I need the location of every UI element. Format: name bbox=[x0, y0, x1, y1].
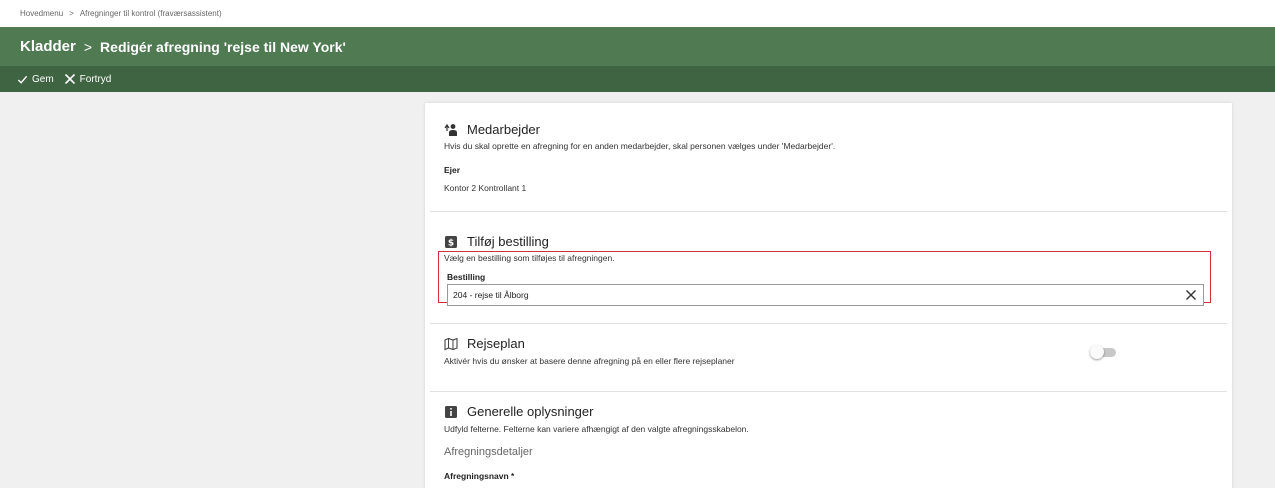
page-titlebar: Kladder > Redigér afregning 'rejse til N… bbox=[0, 27, 1275, 66]
employee-section-header: Medarbejder bbox=[444, 122, 540, 137]
employee-section-title: Medarbejder bbox=[467, 122, 540, 137]
cancel-button-label: Fortryd bbox=[79, 73, 112, 85]
travelplan-section-header: Rejseplan bbox=[444, 336, 525, 351]
breadcrumb-home-link[interactable]: Hovedmenu bbox=[20, 9, 63, 18]
map-icon bbox=[444, 337, 458, 351]
section-divider bbox=[430, 323, 1227, 324]
breadcrumb-separator: > bbox=[69, 9, 74, 18]
order-section-header: $ Tilføj bestilling bbox=[444, 234, 549, 249]
main-content: Medarbejder Hvis du skal oprette en afre… bbox=[0, 92, 1275, 488]
section-divider bbox=[430, 391, 1227, 392]
breadcrumb: Hovedmenu > Afregninger til kontrol (fra… bbox=[0, 0, 1275, 27]
page-title: Redigér afregning 'rejse til New York' bbox=[100, 38, 346, 55]
title-separator: > bbox=[83, 38, 93, 55]
general-section-title: Generelle oplysninger bbox=[467, 404, 594, 419]
travelplan-toggle[interactable] bbox=[1090, 345, 1116, 359]
save-button[interactable]: Gem bbox=[17, 74, 54, 85]
settlement-name-label: Afregningsnavn * bbox=[444, 471, 515, 481]
save-button-label: Gem bbox=[32, 73, 54, 85]
order-section-title: Tilføj bestilling bbox=[467, 234, 549, 249]
action-toolbar: Gem Fortryd bbox=[0, 66, 1275, 92]
order-field-value: 204 - rejse til Ålborg bbox=[453, 290, 529, 300]
title-root-link[interactable]: Kladder bbox=[20, 38, 76, 55]
travelplan-section-description: Aktivér hvis du ønsker at basere denne a… bbox=[444, 356, 735, 366]
info-icon bbox=[444, 405, 458, 419]
travelplan-section-title: Rejseplan bbox=[467, 336, 525, 351]
breadcrumb-current-link[interactable]: Afregninger til kontrol (fraværsassisten… bbox=[80, 9, 222, 18]
order-field-label: Bestilling bbox=[447, 272, 486, 282]
details-subheading: Afregningsdetaljer bbox=[444, 446, 533, 458]
employee-section-description: Hvis du skal oprette en afregning for en… bbox=[444, 141, 836, 151]
people-icon bbox=[444, 123, 458, 137]
owner-value: Kontor 2 Kontrollant 1 bbox=[444, 183, 527, 193]
cancel-button[interactable]: Fortryd bbox=[64, 73, 112, 85]
dollar-icon: $ bbox=[444, 235, 458, 249]
clear-icon[interactable] bbox=[1184, 288, 1198, 302]
svg-text:$: $ bbox=[448, 238, 454, 248]
checkmark-icon bbox=[17, 75, 28, 84]
section-divider bbox=[430, 211, 1227, 212]
order-select-field[interactable]: 204 - rejse til Ålborg bbox=[447, 284, 1204, 306]
form-card: Medarbejder Hvis du skal oprette en afre… bbox=[425, 103, 1232, 488]
general-section-description: Udfyld felterne. Felterne kan variere af… bbox=[444, 424, 749, 434]
general-section-header: Generelle oplysninger bbox=[444, 404, 593, 419]
toggle-knob bbox=[1090, 345, 1104, 359]
close-icon bbox=[64, 73, 75, 85]
owner-label: Ejer bbox=[444, 165, 461, 175]
